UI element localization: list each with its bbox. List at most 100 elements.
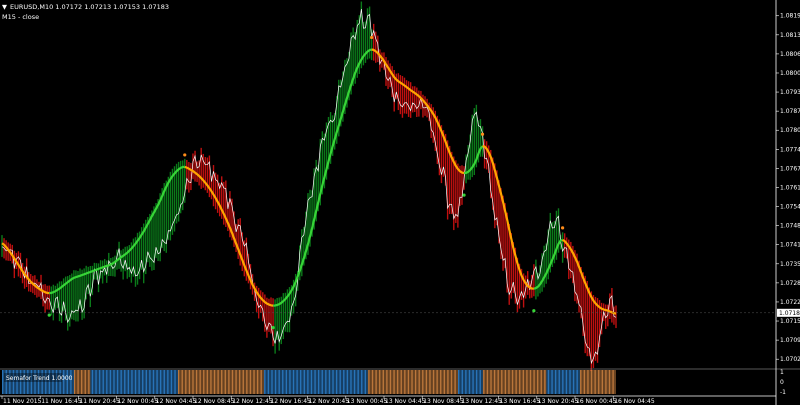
trend-bar	[244, 370, 246, 394]
trend-bar	[578, 370, 580, 394]
trend-bar	[218, 370, 220, 394]
trend-bar	[530, 370, 531, 394]
trend-bar	[433, 370, 434, 394]
trend-bar	[349, 370, 351, 394]
trend-bar	[574, 370, 576, 394]
trend-bar	[437, 370, 439, 394]
trend-bar	[591, 370, 592, 394]
trend-bar	[613, 370, 615, 394]
trend-bar	[82, 370, 84, 394]
trend-bar	[374, 370, 376, 394]
trend-bar	[304, 370, 306, 394]
trend-bar	[65, 370, 67, 394]
trend-bar	[524, 370, 526, 394]
trend-bar	[556, 370, 558, 394]
price-tick-label: 1.08065	[780, 51, 800, 58]
trend-bar	[169, 370, 171, 394]
trend-bar	[610, 370, 612, 394]
trend-bar	[301, 370, 303, 394]
trend-bar	[470, 370, 472, 394]
time-tick-label: 13 Nov 20:45	[538, 398, 579, 405]
trend-bar	[207, 370, 208, 394]
trend-bar	[518, 370, 520, 394]
trend-bar	[158, 370, 160, 394]
triangle-down-icon[interactable]: ▼	[2, 2, 7, 12]
trend-bar	[589, 370, 591, 394]
trend-bar	[309, 370, 311, 394]
trend-bar	[330, 370, 332, 394]
signal-dot-sell	[370, 35, 374, 40]
trend-bar	[204, 370, 206, 394]
trend-bar	[137, 370, 139, 394]
trend-bar	[171, 370, 172, 394]
trend-bar	[347, 370, 348, 394]
trend-bar	[153, 370, 154, 394]
trend-bar	[419, 370, 421, 394]
trend-bar	[211, 370, 213, 394]
trend-bar	[392, 370, 394, 394]
trend-bar	[360, 370, 362, 394]
trend-bar	[492, 370, 494, 394]
trend-bar	[579, 370, 581, 394]
trend-bar	[402, 370, 404, 394]
time-tick-label: 12 Nov 00:45	[118, 398, 159, 405]
trend-bar	[115, 370, 117, 394]
trend-bar	[161, 370, 163, 394]
trend-bar	[408, 370, 409, 394]
trend-bar	[272, 370, 274, 394]
trend-bar	[226, 370, 228, 394]
trend-bar	[280, 370, 282, 394]
trend-bar	[166, 370, 168, 394]
trend-bar	[297, 370, 299, 394]
trend-bar	[281, 370, 283, 394]
trend-bar	[604, 370, 606, 394]
trend-bar	[413, 370, 415, 394]
time-tick-label: 16 Nov 04:45	[614, 398, 655, 405]
trend-bar	[517, 370, 519, 394]
signal-dot-sell	[480, 132, 485, 136]
trend-bar	[552, 370, 554, 394]
trend-bar	[286, 370, 287, 394]
trend-bar	[290, 370, 292, 394]
trend-bar	[463, 370, 465, 394]
trend-bar	[132, 370, 134, 394]
trend-bar	[452, 370, 454, 394]
trend-bar	[313, 370, 315, 394]
trend-bar	[327, 370, 329, 394]
trend-bar	[383, 370, 385, 394]
trend-bar	[532, 370, 534, 394]
trend-bar	[81, 370, 82, 394]
trend-bar	[568, 370, 570, 394]
trend-bar	[424, 370, 426, 394]
trend-bar	[74, 370, 75, 394]
trend-bar	[219, 370, 221, 394]
trend-bar	[351, 370, 353, 394]
trend-bar	[563, 370, 565, 394]
trend-bar	[248, 370, 250, 394]
trend-bar	[215, 370, 217, 394]
trend-bar	[596, 370, 598, 394]
trend-bar	[363, 370, 365, 394]
time-tick-label: 12 Nov 08:45	[194, 398, 235, 405]
trend-bar	[606, 370, 608, 394]
trend-bar	[484, 370, 486, 394]
trend-bar	[2, 370, 3, 394]
trend-bar	[326, 370, 328, 394]
trend-bar	[428, 370, 430, 394]
trend-bar	[184, 370, 186, 394]
trend-bar	[67, 370, 68, 394]
trend-bar	[275, 370, 276, 394]
trend-bar	[237, 370, 239, 394]
trend-bar	[205, 370, 207, 394]
trend-bar	[499, 370, 501, 394]
trend-bar	[118, 370, 120, 394]
price-tick-label: 1.08000	[780, 70, 800, 77]
time-tick-label: 16 Nov 00:45	[576, 398, 617, 405]
signal-dot-buy	[462, 193, 466, 197]
trend-bar	[126, 370, 128, 394]
trend-bar	[318, 370, 319, 394]
price-tick-label: 1.07675	[780, 165, 800, 172]
price-tick-label: 1.07090	[780, 337, 800, 344]
chart-canvas[interactable]: Semafor Trend 1.0000 1 0 -1 1.08195 1.08130 1…	[0, 0, 800, 405]
trend-bar	[442, 370, 444, 394]
